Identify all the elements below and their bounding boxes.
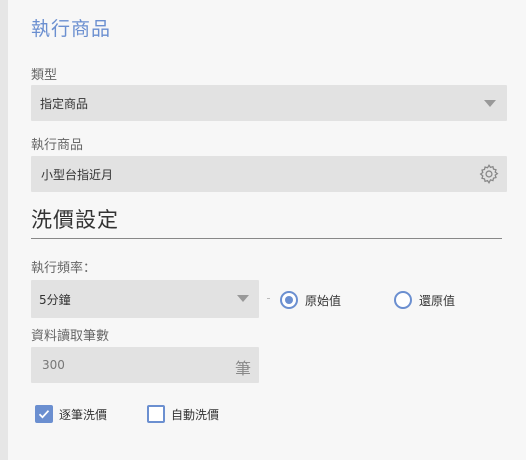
checkbox-auto-wash[interactable] [147, 405, 165, 423]
frequency-select-value: 5分鐘 [39, 292, 71, 307]
checkbox-auto-wash-label: 自動洗價 [171, 408, 220, 422]
frequency-label: 執行頻率： [31, 261, 97, 276]
read-count-label: 資料讀取筆數 [31, 329, 110, 344]
chevron-down-icon [237, 295, 249, 302]
check-icon [38, 410, 50, 419]
radio-restore[interactable] [394, 291, 412, 309]
read-count-value: 300 [42, 358, 65, 372]
radio-original[interactable] [280, 291, 298, 309]
read-count-unit: 筆 [234, 359, 251, 378]
divider [31, 238, 502, 239]
checkbox-each-wash[interactable] [35, 405, 53, 423]
radio-original-label: 原始值 [305, 294, 342, 308]
section-title: 執行商品 [31, 18, 112, 40]
gear-icon[interactable] [478, 163, 500, 185]
left-border [0, 0, 8, 460]
checkbox-each-wash-label: 逐筆洗價 [59, 408, 108, 422]
product-label: 執行商品 [31, 138, 84, 153]
separator-dash [267, 298, 270, 299]
product-field[interactable]: 小型台指近月 [31, 156, 507, 192]
type-label: 類型 [31, 68, 58, 83]
product-field-value: 小型台指近月 [41, 167, 114, 182]
type-select[interactable]: 指定商品 [31, 85, 507, 121]
type-select-value: 指定商品 [40, 96, 89, 111]
read-count-input[interactable]: 300 筆 [31, 347, 259, 383]
chevron-down-icon [484, 100, 496, 107]
wash-settings-title: 洗價設定 [31, 208, 119, 232]
radio-restore-label: 還原值 [419, 294, 456, 308]
frequency-select[interactable]: 5分鐘 [31, 280, 259, 318]
